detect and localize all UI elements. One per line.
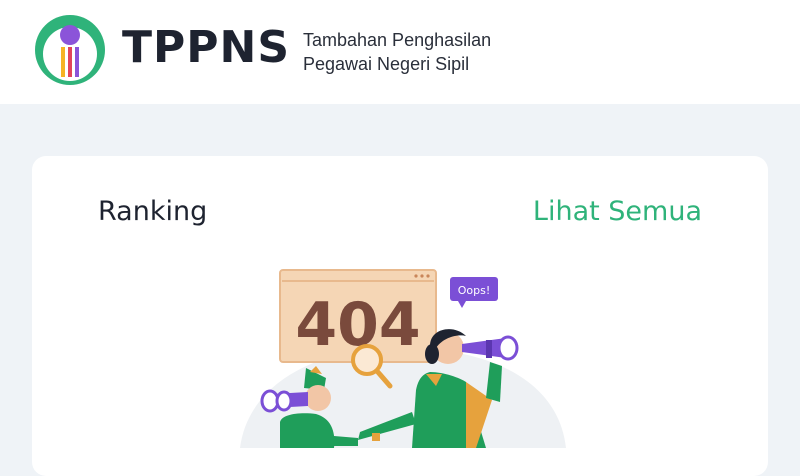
tppns-logo-icon [35,15,105,85]
oops-bubble: Oops! [450,277,498,308]
app-header: TPPNS Tambahan Penghasilan Pegawai Neger… [0,0,800,104]
error-404-illustration: 404 Oops! [240,269,566,448]
app-tagline: Tambahan Penghasilan Pegawai Negeri Sipi… [303,28,491,76]
tagline-line-1: Tambahan Penghasilan [303,30,492,50]
ranking-title: Ranking [98,196,208,227]
tagline-line-2: Pegawai Negeri Sipil [303,54,470,74]
oops-text: Oops! [458,284,491,297]
app-brand: TPPNS [122,22,291,73]
see-all-link[interactable]: Lihat Semua [533,196,702,227]
